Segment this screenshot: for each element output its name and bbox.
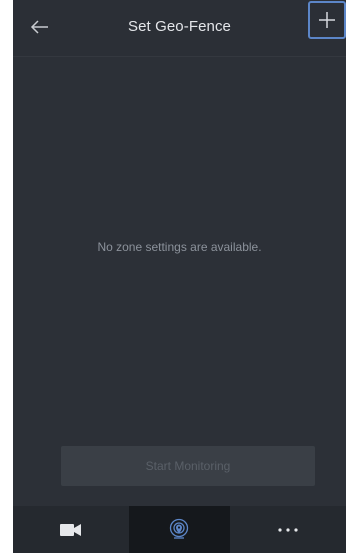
video-camera-icon bbox=[60, 524, 81, 536]
tab-camera[interactable] bbox=[13, 506, 129, 553]
add-zone-button[interactable] bbox=[308, 1, 346, 39]
bottom-navigation bbox=[13, 506, 346, 553]
start-monitoring-button[interactable]: Start Monitoring bbox=[61, 446, 315, 486]
tab-more[interactable] bbox=[230, 506, 346, 553]
plus-icon bbox=[319, 12, 335, 28]
phone-screen: Set Geo-Fence No zone settings are avail… bbox=[13, 0, 346, 553]
geofence-location-icon bbox=[169, 518, 189, 539]
page-title: Set Geo-Fence bbox=[127, 18, 232, 35]
empty-state-message: No zone settings are available. bbox=[97, 240, 262, 254]
tab-geofence[interactable] bbox=[129, 506, 230, 553]
app-header: Set Geo-Fence bbox=[13, 0, 346, 57]
more-dots-icon bbox=[278, 528, 298, 532]
